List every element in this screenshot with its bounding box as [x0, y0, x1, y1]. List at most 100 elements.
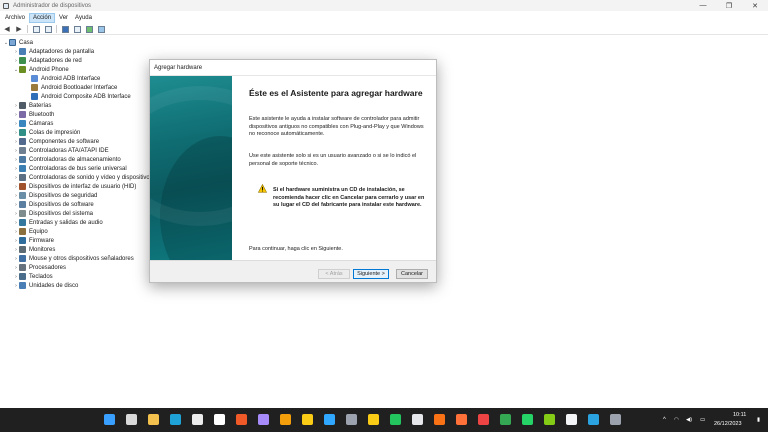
forward-icon[interactable]: ▶ — [15, 25, 23, 33]
tree-item-label: Android Composite ADB Interface — [41, 93, 131, 100]
usb-icon — [19, 165, 26, 172]
photoshop-icon[interactable] — [324, 414, 335, 425]
wizard-side-banner — [150, 76, 232, 260]
update-driver-icon[interactable] — [85, 25, 93, 33]
dialog-heading: Éste es el Asistente para agregar hardwa… — [249, 88, 423, 98]
xbox-icon[interactable] — [390, 414, 401, 425]
device-manager-task-icon[interactable] — [610, 414, 621, 425]
properties-icon[interactable] — [32, 25, 40, 33]
tree-category[interactable]: › Cámaras — [13, 119, 53, 128]
battery-tray-icon[interactable]: ▭ — [700, 417, 705, 423]
tree-item-label: Equipo — [29, 228, 48, 235]
back-button[interactable]: < Atrás — [318, 269, 350, 279]
tree-category[interactable]: › Componentes de software — [13, 137, 99, 146]
menu-ayuda[interactable]: Ayuda — [72, 14, 95, 22]
system-icon — [19, 210, 26, 217]
chrome-icon[interactable] — [500, 414, 511, 425]
volume-icon[interactable]: ◀) — [686, 417, 692, 423]
clock-date[interactable]: 26/12/2023 — [714, 421, 742, 427]
capcut-icon[interactable] — [566, 414, 577, 425]
file-explorer-icon[interactable] — [148, 414, 159, 425]
wifi-icon[interactable]: ◠ — [674, 417, 679, 423]
notepad-icon[interactable] — [192, 414, 203, 425]
vlc-icon[interactable] — [434, 414, 445, 425]
tree-item-label: Cámaras — [29, 120, 54, 127]
key-icon[interactable] — [280, 414, 291, 425]
folder-app-icon[interactable] — [544, 414, 555, 425]
clock-time[interactable]: 10:11 — [733, 412, 746, 418]
maximize-button[interactable]: ❐ — [716, 0, 742, 11]
tree-root[interactable]: ⌄ Casa — [3, 38, 33, 47]
warning-app-icon[interactable] — [368, 414, 379, 425]
dialog-footer: < Atrás Siguiente > Cancelar — [150, 260, 436, 282]
cancel-button[interactable]: Cancelar — [396, 269, 428, 279]
tree-device[interactable]: Android Composite ADB Interface — [31, 92, 131, 101]
tree-item-label: Mouse y otros dispositivos señaladores — [29, 255, 134, 262]
tree-device[interactable]: Android ADB Interface — [31, 74, 100, 83]
back-icon[interactable]: ◀ — [3, 25, 11, 33]
tree-category[interactable]: › Teclados — [13, 272, 53, 281]
toolbar-separator — [56, 25, 57, 33]
sticky-notes-icon[interactable] — [302, 414, 313, 425]
tree-category[interactable]: › Equipo — [13, 227, 48, 236]
bluetooth-icon — [19, 111, 26, 118]
tray-overflow-icon[interactable]: ^ — [663, 417, 666, 423]
start-icon[interactable] — [104, 414, 115, 425]
vpn-icon[interactable] — [258, 414, 269, 425]
tree-category[interactable]: › Adaptadores de pantalla — [13, 47, 94, 56]
tree-category[interactable]: › Dispositivos del sistema — [13, 209, 93, 218]
tree-category[interactable]: › Controladoras de almacenamiento — [13, 155, 121, 164]
menu-ver[interactable]: Ver — [56, 14, 71, 22]
tree-category[interactable]: ⌄ Android Phone — [13, 65, 69, 74]
opera-icon[interactable] — [478, 414, 489, 425]
toolbar-separator — [27, 25, 28, 33]
tree-category[interactable]: › Dispositivos de seguridad — [13, 191, 97, 200]
firefox-icon[interactable] — [456, 414, 467, 425]
warning-icon — [258, 184, 267, 193]
network-icon — [19, 57, 26, 64]
tree-category[interactable]: › Monitores — [13, 245, 55, 254]
tree-category[interactable]: › Adaptadores de red — [13, 56, 82, 65]
taskbar: ^ ◠ ◀) ▭ 10:11 26/12/2023 ▮ — [0, 408, 768, 432]
tree-category[interactable]: › Entradas y salidas de audio — [13, 218, 103, 227]
next-button[interactable]: Siguiente > — [353, 269, 389, 279]
tree-category[interactable]: › Controladoras de bus serie universal — [13, 164, 127, 173]
telegram-icon[interactable] — [588, 414, 599, 425]
steam-icon[interactable] — [412, 414, 423, 425]
minimize-button[interactable]: — — [690, 0, 716, 11]
list-view-icon[interactable] — [44, 25, 52, 33]
scan-hardware-icon[interactable] — [97, 25, 105, 33]
search-icon[interactable] — [126, 414, 137, 425]
close-button[interactable]: ✕ — [742, 0, 768, 11]
tree-category[interactable]: › Mouse y otros dispositivos señaladores — [13, 254, 134, 263]
tree-category[interactable]: › Bluetooth — [13, 110, 54, 119]
tree-category[interactable]: › Dispositivos de software — [13, 200, 94, 209]
tree-category[interactable]: › Controladoras ATA/ATAPI IDE — [13, 146, 109, 155]
brave-icon[interactable] — [236, 414, 247, 425]
tree-item-label: Dispositivos de software — [29, 201, 94, 208]
pointer-app-icon[interactable] — [346, 414, 357, 425]
monitor-icon — [19, 246, 26, 253]
edge-icon[interactable] — [170, 414, 181, 425]
tree-category[interactable]: › Firmware — [13, 236, 54, 245]
details-icon[interactable] — [73, 25, 81, 33]
help-icon[interactable] — [61, 25, 69, 33]
tree-device[interactable]: Android Bootloader Interface — [31, 83, 117, 92]
app-l-icon[interactable] — [214, 414, 225, 425]
whatsapp-icon[interactable] — [522, 414, 533, 425]
tree-category[interactable]: › Dispositivos de interfaz de usuario (HI… — [13, 182, 136, 191]
hid-icon — [19, 183, 26, 190]
menu-accion[interactable]: Acción — [29, 12, 56, 23]
mouse-icon — [19, 255, 26, 262]
disk-icon — [19, 282, 26, 289]
tree-item-label: Controladoras de almacenamiento — [29, 156, 121, 163]
software-device-icon — [19, 201, 26, 208]
notifications-icon[interactable]: ▮ — [757, 417, 760, 423]
tree-category[interactable]: › Procesadores — [13, 263, 66, 272]
tree-item-label: Dispositivos del sistema — [29, 210, 94, 217]
tree-category[interactable]: › Unidades de disco — [13, 281, 78, 290]
tree-category[interactable]: › Colas de impresión — [13, 128, 80, 137]
menu-archivo[interactable]: Archivo — [2, 14, 28, 22]
software-icon — [19, 138, 26, 145]
tree-category[interactable]: › Baterías — [13, 101, 51, 110]
